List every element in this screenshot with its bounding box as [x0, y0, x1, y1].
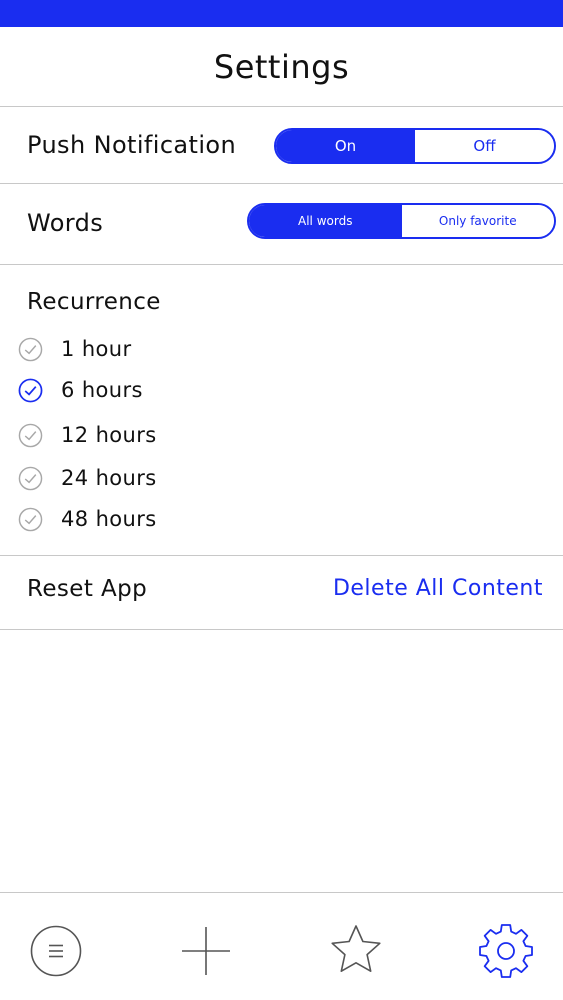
- recurrence-option-label: 48 hours: [61, 507, 157, 531]
- recurrence-option-24-hours[interactable]: 24 hours: [18, 463, 157, 493]
- recurrence-option-12-hours[interactable]: 12 hours: [18, 420, 157, 450]
- all-words-option[interactable]: All words: [249, 205, 402, 237]
- push-notification-segmented: On Off: [274, 128, 556, 164]
- recurrence-option-label: 24 hours: [61, 466, 157, 490]
- status-bar: [0, 0, 563, 27]
- list-icon[interactable]: [27, 922, 85, 980]
- check-circle-icon: [18, 507, 43, 531]
- reset-app-label: Reset App: [27, 576, 148, 602]
- recurrence-title: Recurrence: [27, 289, 161, 315]
- check-circle-icon: [18, 337, 43, 361]
- page-title: Settings: [213, 48, 350, 86]
- divider: [0, 264, 563, 265]
- check-circle-icon: [18, 423, 43, 447]
- gear-icon[interactable]: [477, 922, 535, 980]
- recurrence-option-1-hour[interactable]: 1 hour: [18, 334, 132, 364]
- push-off-option[interactable]: Off: [415, 130, 554, 162]
- words-label: Words: [27, 209, 104, 237]
- recurrence-option-label: 12 hours: [61, 423, 157, 447]
- divider: [0, 629, 563, 630]
- plus-icon[interactable]: [177, 922, 235, 980]
- only-favorite-option[interactable]: Only favorite: [401, 205, 554, 237]
- push-on-option[interactable]: On: [276, 130, 415, 162]
- recurrence-option-label: 1 hour: [61, 337, 132, 361]
- divider: [0, 555, 563, 556]
- recurrence-option-6-hours[interactable]: 6 hours: [18, 375, 143, 405]
- recurrence-option-48-hours[interactable]: 48 hours: [18, 504, 157, 534]
- divider: [0, 106, 563, 107]
- words-segmented: All words Only favorite: [247, 203, 556, 239]
- star-icon[interactable]: [327, 922, 385, 980]
- divider: [0, 183, 563, 184]
- push-notification-label: Push Notification: [27, 131, 237, 159]
- recurrence-option-label: 6 hours: [61, 378, 143, 402]
- check-circle-icon: [18, 378, 43, 402]
- delete-all-content-button[interactable]: Delete All Content: [333, 576, 543, 601]
- check-circle-icon: [18, 466, 43, 490]
